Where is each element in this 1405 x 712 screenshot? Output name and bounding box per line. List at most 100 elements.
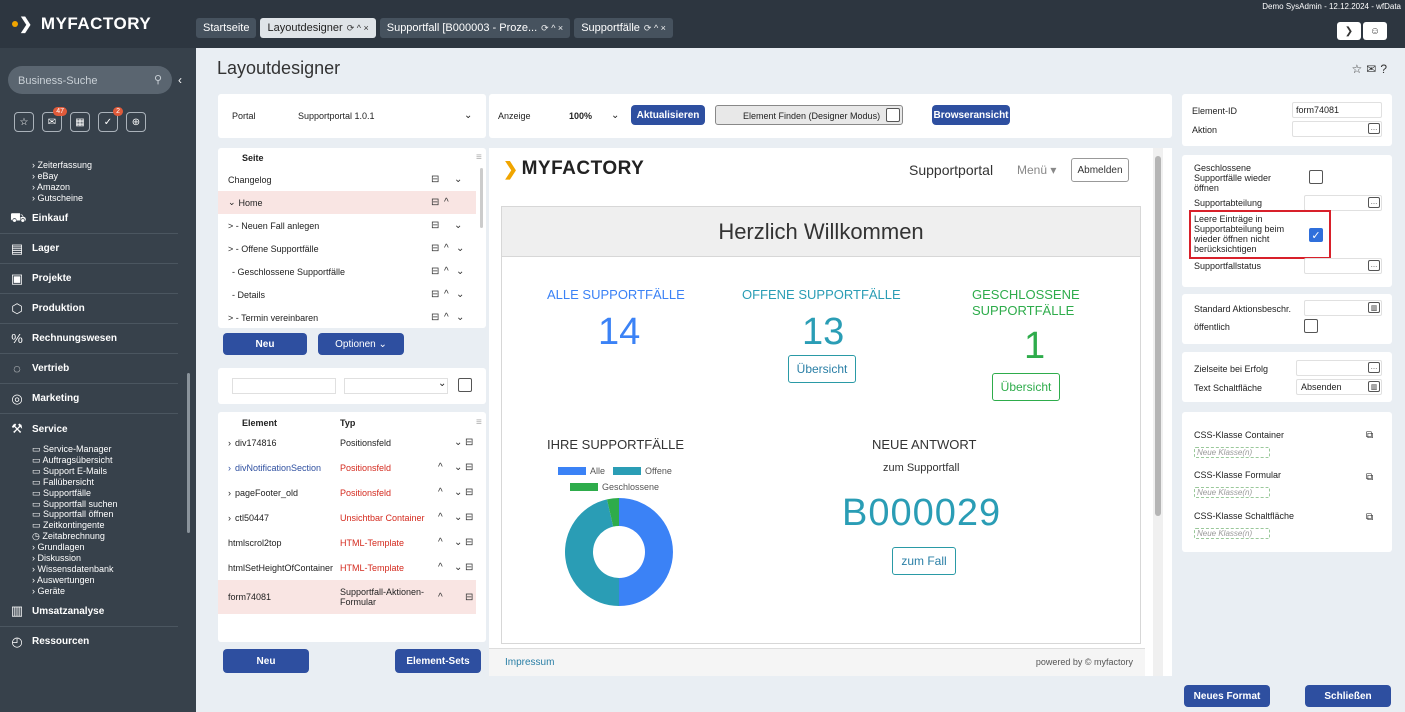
sidebar-item-auftragsuebersicht[interactable]: ▭ Auftragsübersicht: [0, 455, 186, 466]
find-element-toggle[interactable]: Element Finden (Designer Modus): [715, 105, 903, 125]
tree-row-home[interactable]: ⌄ Home ⊟ ^: [218, 191, 476, 214]
sidebar-item-lager[interactable]: ▤ Lager: [0, 234, 178, 264]
chevron-down-icon[interactable]: ⌄: [464, 110, 472, 121]
sidebar-item-wissensdatenbank[interactable]: › Wissensdatenbank: [0, 564, 186, 575]
tree-row[interactable]: > - Offene Supportfälle ⊟ ^ ⌄: [218, 237, 476, 260]
element-row[interactable]: htmlSetHeightOfContainer HTML-Template ^ ⌄ ⊟: [218, 556, 476, 579]
mail-icon[interactable]: ✉ 47: [42, 107, 67, 132]
impressum-link[interactable]: Impressum: [505, 657, 554, 668]
scrollbar-thumb[interactable]: [1155, 156, 1161, 516]
element-row[interactable]: htmlscrol2top HTML-Template ^ ⌄ ⊟: [218, 531, 476, 554]
copy-icon[interactable]: ⧉: [1366, 512, 1373, 523]
sidebar-item-amazon[interactable]: › Amazon: [0, 182, 186, 193]
logout-button[interactable]: Abmelden: [1071, 158, 1129, 182]
sidebar-item-ressourcen[interactable]: ◴ Ressourcen: [0, 627, 178, 657]
closed-overview-button[interactable]: Übersicht: [992, 373, 1060, 401]
edit-icon[interactable]: …: [1368, 123, 1380, 134]
new-page-button[interactable]: Neu: [223, 333, 307, 355]
element-row-selected[interactable]: form74081 Supportfall-Aktionen-Formular ^ ⊟: [218, 580, 476, 614]
sidebar-collapse-icon[interactable]: ‹: [178, 73, 182, 87]
business-search-input[interactable]: Business-Suche ⚲: [8, 66, 172, 94]
tab-controls[interactable]: ⟳ ^ ×: [541, 23, 563, 34]
sidebar-item-rechnungswesen[interactable]: % Rechnungswesen: [0, 324, 178, 354]
tasks-icon[interactable]: ✓ 2: [98, 107, 123, 132]
sidebar-item-zeiterfassung[interactable]: › Zeiterfassung: [0, 160, 186, 171]
edit-icon[interactable]: …: [1368, 362, 1380, 373]
options-button[interactable]: Optionen ⌄: [318, 333, 404, 355]
menu-dropdown[interactable]: Menü ▾: [1017, 163, 1056, 177]
sidebar-item-supportfaelle[interactable]: ▭ Supportfälle: [0, 488, 186, 499]
sidebar-item-einkauf[interactable]: ⛟ Einkauf: [0, 204, 178, 234]
sidebar-item-produktion[interactable]: ⬡ Produktion: [0, 294, 178, 324]
portal-select[interactable]: Supportportal 1.0.1: [298, 111, 375, 121]
browser-view-button[interactable]: Browseransicht: [932, 105, 1010, 125]
edit-icon[interactable]: …: [1368, 197, 1380, 208]
close-button[interactable]: Schließen: [1305, 685, 1391, 707]
sidebar-item-geraete[interactable]: › Geräte: [0, 586, 186, 597]
chevron-down-icon[interactable]: ⌄: [438, 378, 446, 389]
element-id-input[interactable]: form74081: [1292, 102, 1382, 118]
app-logo[interactable]: ❯ MYFACTORY: [12, 14, 151, 34]
sidebar-item-service[interactable]: ⚒ Service: [0, 414, 178, 444]
element-row[interactable]: › divNotificationSection Positionsfeld ^ ⌄ ⊟: [218, 456, 476, 479]
element-row[interactable]: › pageFooter_old Positionsfeld ^ ⌄ ⊟: [218, 481, 476, 504]
chevron-down-icon[interactable]: ⌄: [611, 110, 619, 121]
translate-icon[interactable]: ▥: [1368, 302, 1380, 313]
tab-layoutdesigner[interactable]: Layoutdesigner ⟳ ^ ×: [260, 18, 376, 38]
filter-checkbox[interactable]: [458, 378, 472, 392]
sidebar-item-diskussion[interactable]: › Diskussion: [0, 553, 186, 564]
tree-row[interactable]: > - Neuen Fall anlegen ⊟ ⌄: [218, 214, 476, 237]
help-icon[interactable]: ?: [1380, 62, 1391, 76]
sidebar-item-supportfall-oeffnen[interactable]: ▭ Supportfall öffnen: [0, 509, 186, 520]
element-row[interactable]: › div174816 Positionsfeld ⌄ ⊟: [218, 431, 476, 454]
tab-controls[interactable]: ⟳ ^ ×: [644, 23, 666, 34]
find-element-checkbox[interactable]: [886, 108, 900, 122]
tree-row[interactable]: Changelog ⊟ ⌄: [218, 168, 476, 191]
sidebar-item-auswertungen[interactable]: › Auswertungen: [0, 575, 186, 586]
sidebar-item-marketing[interactable]: ◎ Marketing: [0, 384, 178, 414]
ignore-empty-checkbox[interactable]: ✓: [1309, 228, 1323, 242]
sidebar-item-grundlagen[interactable]: › Grundlagen: [0, 542, 186, 553]
menu-icon[interactable]: ≡: [476, 417, 482, 428]
sidebar-item-ebay[interactable]: › eBay: [0, 171, 186, 182]
tab-supportfaelle[interactable]: Supportfälle ⟳ ^ ×: [574, 18, 673, 38]
copy-icon[interactable]: ⧉: [1366, 472, 1373, 483]
add-icon[interactable]: ⊕: [126, 112, 146, 132]
sidebar-scrollbar[interactable]: [187, 373, 190, 533]
sidebar-item-umsatzanalyse[interactable]: ▥ Umsatzanalyse: [0, 597, 178, 627]
tree-row[interactable]: > - Termin vereinbaren ⊟ ^ ⌄: [218, 306, 476, 328]
zoom-select[interactable]: 100%: [569, 111, 592, 121]
tab-supportfall[interactable]: Supportfall [B000003 - Proze... ⟳ ^ ×: [379, 18, 571, 38]
new-format-button[interactable]: Neues Format: [1184, 685, 1270, 707]
sidebar-item-service-manager[interactable]: ▭ Service-Manager: [0, 444, 186, 455]
sidebar-item-projekte[interactable]: ▣ Projekte: [0, 264, 178, 294]
tab-startseite[interactable]: Startseite: [196, 18, 257, 38]
tree-scrollbar[interactable]: [480, 168, 483, 228]
open-overview-button[interactable]: Übersicht: [788, 355, 856, 383]
refresh-button[interactable]: Aktualisieren: [631, 105, 705, 125]
tab-controls[interactable]: ⟳ ^ ×: [347, 23, 369, 34]
filter-select[interactable]: [344, 378, 448, 394]
public-checkbox[interactable]: [1304, 319, 1318, 333]
preview-logo[interactable]: ❯ MYFACTORY: [503, 158, 644, 180]
calendar-icon[interactable]: ▦: [70, 112, 90, 132]
sidebar-item-gutscheine[interactable]: › Gutscheine: [0, 193, 186, 204]
mail-icon[interactable]: ✉: [1366, 62, 1380, 76]
tree-row[interactable]: - Details ⊟ ^ ⌄: [218, 283, 476, 306]
sidebar-item-support-emails[interactable]: ▭ Support E-Mails: [0, 466, 186, 477]
search-icon[interactable]: ⚲: [154, 73, 162, 86]
edit-icon[interactable]: …: [1368, 260, 1380, 271]
reopen-checkbox[interactable]: [1309, 170, 1323, 184]
menu-icon[interactable]: ≡: [476, 152, 482, 163]
new-element-button[interactable]: Neu: [223, 649, 309, 673]
copy-icon[interactable]: ⧉: [1366, 430, 1373, 441]
element-sets-button[interactable]: Element-Sets: [395, 649, 481, 673]
preview-scrollbar[interactable]: [1153, 148, 1163, 676]
css-button-input[interactable]: Neue Klasse(n): [1194, 528, 1270, 539]
css-container-input[interactable]: Neue Klasse(n): [1194, 447, 1270, 458]
filter-input[interactable]: [232, 378, 336, 394]
tree-row[interactable]: - Geschlossene Supportfälle ⊟ ^ ⌄: [218, 260, 476, 283]
sidebar-item-supportfall-suchen[interactable]: ▭ Supportfall suchen: [0, 499, 186, 510]
logo-small-icon[interactable]: ❯: [1337, 22, 1361, 40]
sidebar-item-zeitabrechnung[interactable]: ◷ Zeitabrechnung: [0, 531, 186, 542]
